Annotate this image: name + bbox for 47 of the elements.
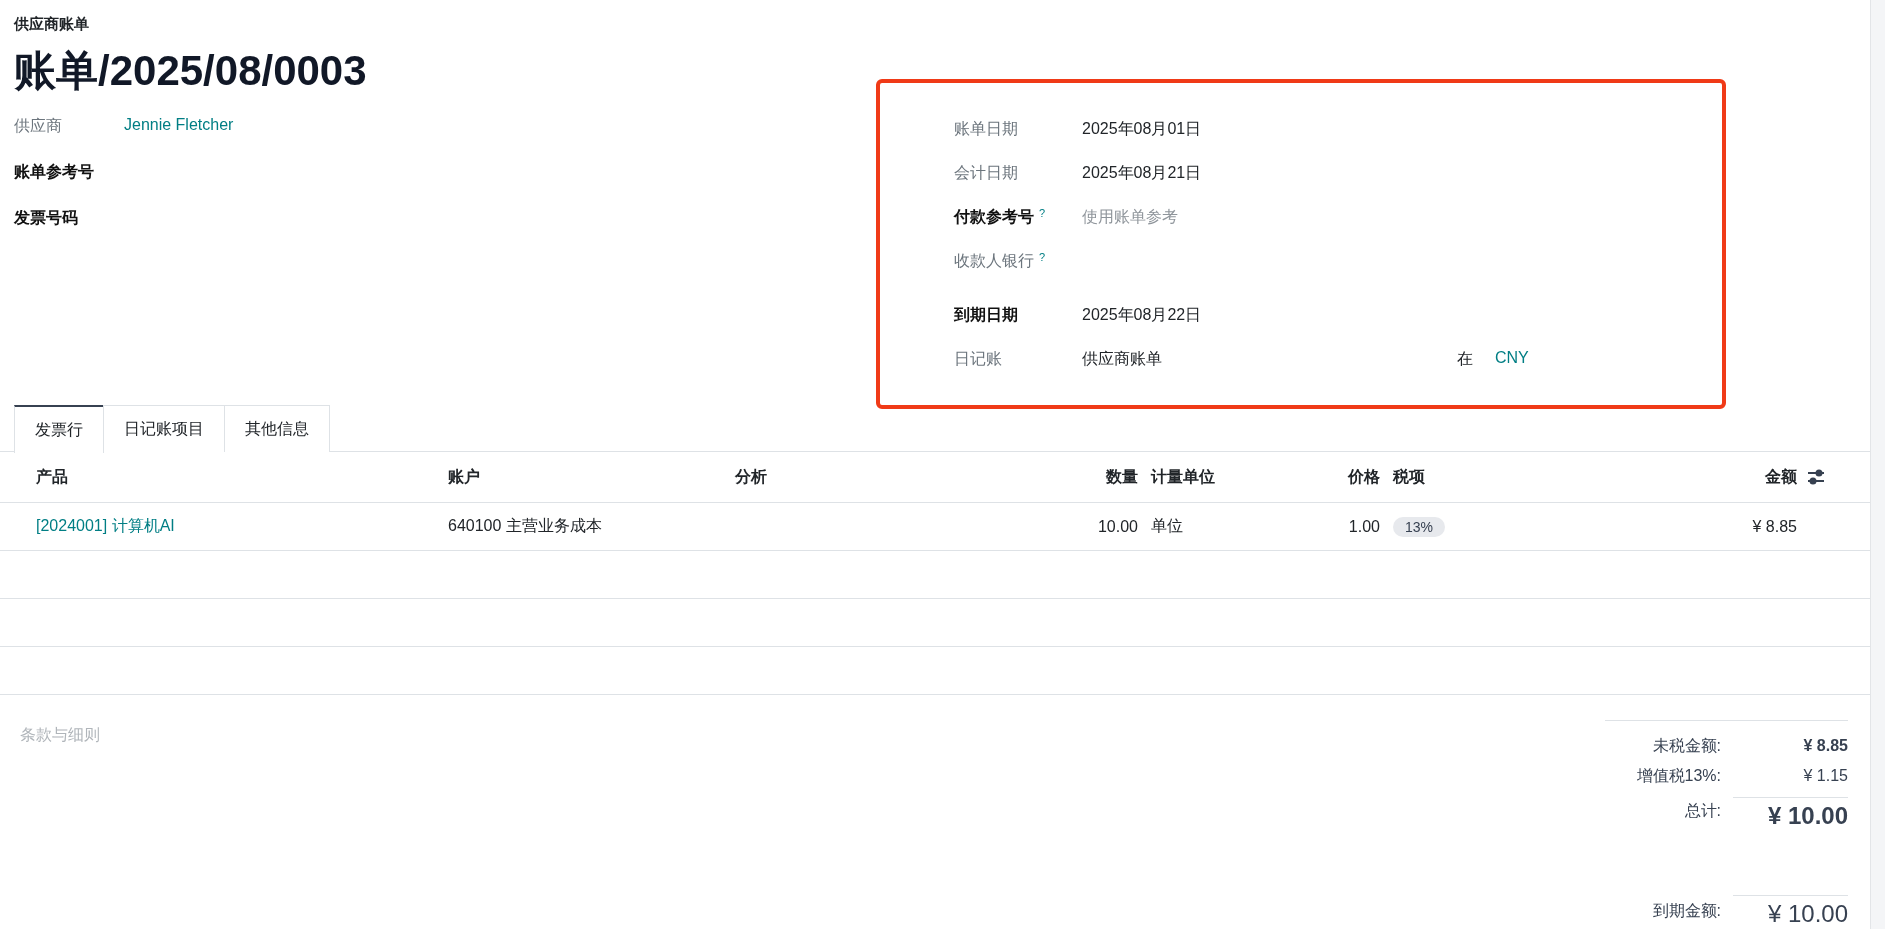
product-link[interactable]: [2024001] 计算机AI	[36, 517, 175, 534]
field-label: 到期日期	[954, 305, 1018, 325]
currency-prefix: 在	[1457, 349, 1474, 369]
column-header[interactable]: 计量单位	[1138, 466, 1327, 488]
column-header[interactable]: 数量	[1015, 466, 1138, 488]
help-icon[interactable]: ?	[1039, 207, 1046, 219]
field-label: 发票号码	[14, 208, 78, 228]
field-label: 会计日期	[954, 163, 1018, 183]
field-value: 2025年08月22日	[1082, 306, 1202, 323]
tab[interactable]: 其他信息	[224, 405, 330, 452]
field-value: 2025年08月21日	[1082, 164, 1202, 181]
total-label: 增值税13%:	[1636, 765, 1722, 786]
field-label: 供应商	[14, 116, 62, 136]
table-cell: ¥ 8.85	[1752, 517, 1797, 535]
tax-tag: 13%	[1393, 516, 1446, 537]
column-header[interactable]: 税项	[1380, 466, 1680, 488]
help-icon[interactable]: ?	[1039, 251, 1046, 263]
column-header[interactable]: 价格	[1327, 466, 1380, 488]
field-label: 账单参考号	[14, 162, 94, 182]
table-cell: 单位	[1151, 517, 1183, 534]
field-label: 日记账	[954, 349, 1002, 369]
total-amount: ¥ 10.00	[1733, 796, 1848, 830]
total-label: 总计:	[1684, 800, 1722, 821]
column-header[interactable]: 产品	[36, 466, 448, 488]
total-label: 未税金额:	[1652, 735, 1722, 756]
total-amount: ¥ 10.00	[1733, 894, 1848, 928]
field-value: 2025年08月01日	[1082, 120, 1202, 137]
column-header[interactable]: 分析	[735, 466, 1015, 488]
total-label: 到期金额:	[1652, 900, 1722, 921]
field-label: 账单日期	[954, 119, 1018, 139]
tab[interactable]: 日记账项目	[103, 405, 225, 452]
total-amount: ¥ 1.15	[1802, 767, 1848, 785]
journal-value: 供应商账单	[1082, 349, 1163, 369]
field-label: 收款人银行	[954, 251, 1034, 271]
field-label: 付款参考号	[954, 207, 1034, 227]
bill-title: 账单/2025/08/0003	[14, 46, 367, 96]
settings-sliders-icon[interactable]	[1807, 469, 1825, 485]
table-cell: 640100 主营业务成本	[448, 517, 602, 534]
table-cell: 10.00	[1097, 517, 1138, 535]
table-cell: 1.00	[1348, 517, 1380, 535]
vendor-link[interactable]: Jennie Fletcher	[124, 116, 234, 133]
total-amount: ¥ 8.85	[1802, 737, 1848, 755]
tab[interactable]: 发票行	[14, 405, 104, 453]
column-header[interactable]: 金额	[1680, 466, 1797, 488]
column-header[interactable]: 账户	[448, 466, 735, 488]
currency-link[interactable]: CNY	[1495, 349, 1529, 370]
breadcrumb[interactable]: 供应商账单	[14, 15, 89, 34]
